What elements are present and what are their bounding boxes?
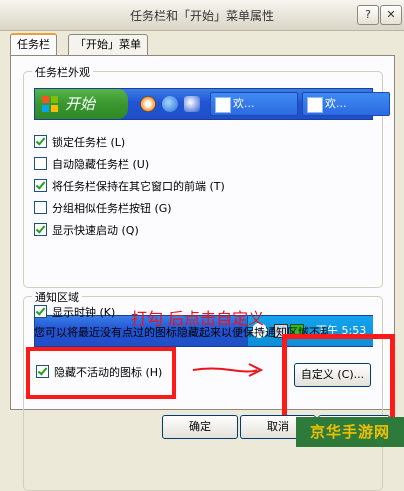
keep-on-top-checkbox[interactable] [34,179,47,192]
window-icon [215,97,231,113]
window-title: 任务栏和「开始」菜单属性 [129,9,274,23]
red-arrow-icon [192,363,264,377]
quick-launch-checkbox[interactable] [34,223,47,236]
auto-hide-checkbox[interactable] [34,157,47,170]
taskbar-item: 欢... [302,92,390,116]
watermark-logo: 京华手游网 [296,417,404,447]
window-icon [307,97,323,113]
windows-logo-icon [42,96,58,112]
close-button[interactable]: ✕ [380,5,402,25]
group-title-notification: 通知区域 [32,289,82,305]
show-clock-checkbox[interactable] [34,305,47,318]
taskbar-preview: 开始 欢... 欢... [34,88,390,120]
show-desktop-icon [184,96,200,112]
customize-button[interactable]: 自定义 (C)... [294,363,371,387]
properties-dialog: 任务栏和「开始」菜单属性 ? ✕ 任务栏 「开始」菜单 任务栏外观 开始 欢..… [0,0,404,491]
start-label: 开始 [65,95,96,113]
tab-taskbar[interactable]: 任务栏 [10,33,57,57]
ok-button[interactable]: 确定 [162,415,238,439]
tab-start-menu[interactable]: 「开始」菜单 [68,34,148,55]
group-title-appearance: 任务栏外观 [32,64,93,80]
help-button[interactable]: ? [357,5,379,25]
taskbar-item: 欢... [210,92,298,116]
lock-taskbar-checkbox[interactable] [34,135,47,148]
start-button-preview: 开始 [35,89,128,119]
internet-explorer-icon [162,96,178,112]
taskbar-appearance-group: 任务栏外观 开始 欢... 欢... 锁定任务栏 (L) 自动隐藏任务栏 (U)… [23,64,390,288]
group-buttons-checkbox[interactable] [34,201,47,214]
title-bar[interactable]: 任务栏和「开始」菜单属性 ? ✕ [0,0,404,31]
hide-inactive-checkbox[interactable] [36,365,49,378]
media-player-icon [140,96,156,112]
